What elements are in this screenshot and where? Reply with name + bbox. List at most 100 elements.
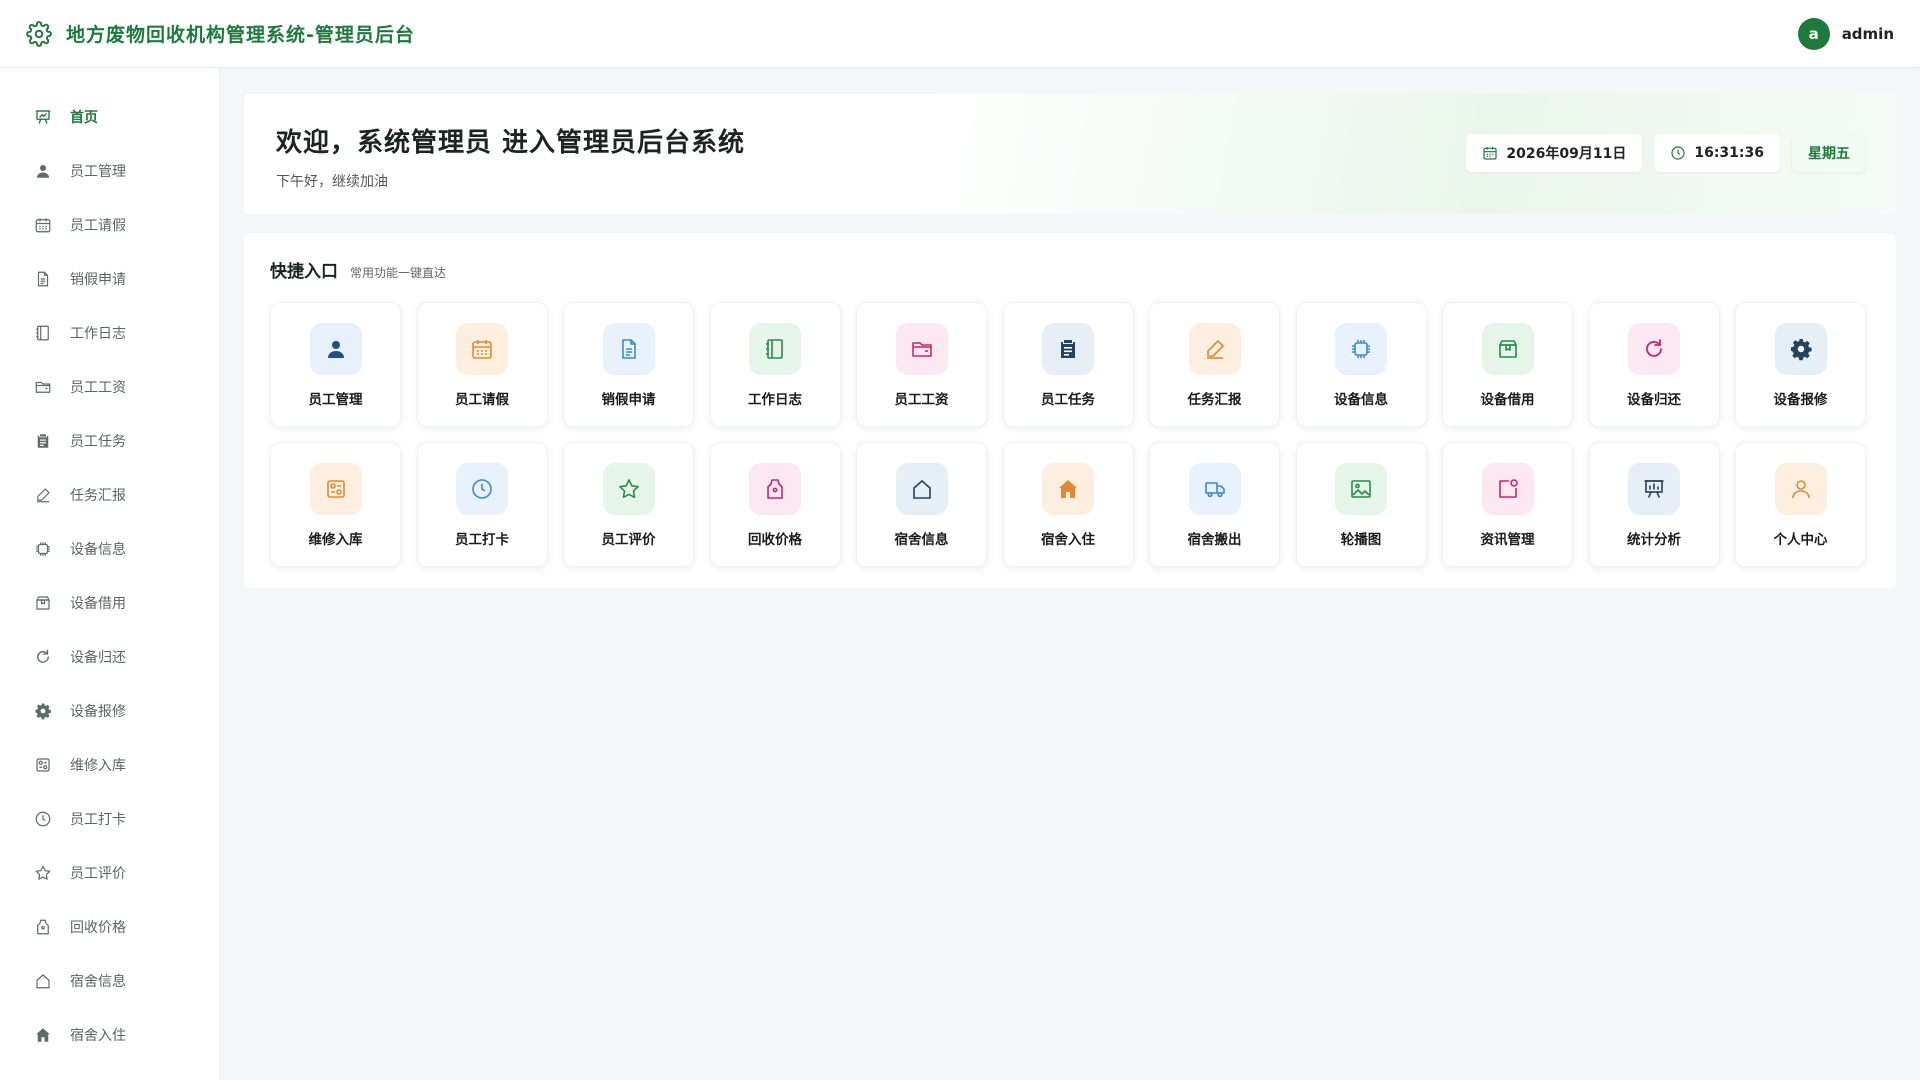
date-text: 2026年09月11日 <box>1506 146 1627 162</box>
shortcut-tile[interactable]: 设备报修 <box>1735 302 1866 427</box>
sidebar-item[interactable]: 员工打卡 <box>0 792 219 846</box>
sidebar-item-label: 员工工资 <box>70 380 126 396</box>
sidebar-item[interactable]: 设备报修 <box>0 684 219 738</box>
star-icon <box>34 864 52 882</box>
shortcut-label: 任务汇报 <box>1187 392 1242 408</box>
shortcut-tile[interactable]: 员工管理 <box>270 302 401 427</box>
document-icon <box>34 270 52 288</box>
sidebar-item[interactable]: 设备归还 <box>0 630 219 684</box>
refresh-icon <box>34 648 52 666</box>
gear-icon <box>34 702 52 720</box>
shortcut-label: 员工工资 <box>894 392 949 408</box>
shortcut-tile[interactable]: 销假申请 <box>563 302 694 427</box>
shortcut-tile[interactable]: 设备信息 <box>1295 302 1427 427</box>
house-filled-icon <box>1042 463 1094 515</box>
sidebar-item-label: 设备借用 <box>70 596 126 612</box>
shortcut-label: 轮播图 <box>1340 532 1382 548</box>
sidebar-item-label: 工作日志 <box>70 326 126 342</box>
calendar-icon <box>456 323 508 375</box>
shortcuts-header: 快捷入口 常用功能一键直达 <box>270 257 1870 282</box>
sidebar-item-label: 宿舍入住 <box>70 1028 126 1044</box>
shortcut-tile[interactable]: 资讯管理 <box>1442 442 1573 567</box>
shortcut-tile[interactable]: 员工打卡 <box>416 442 548 567</box>
image-icon <box>1335 463 1387 515</box>
shortcut-label: 工作日志 <box>748 392 802 408</box>
sidebar-item[interactable]: 宿舍入住 <box>0 1008 219 1062</box>
datetime-chips: 2026年09月11日 16:31:36 星期五 <box>1466 134 1866 172</box>
shortcut-label: 统计分析 <box>1627 532 1681 548</box>
shortcut-label: 回收价格 <box>748 532 802 548</box>
shortcut-tile[interactable]: 员工工资 <box>856 302 987 427</box>
sidebar-item[interactable]: 员工管理 <box>0 144 219 198</box>
sidebar-item-label: 设备归还 <box>70 650 126 666</box>
shortcut-tile[interactable]: 统计分析 <box>1588 442 1720 567</box>
price-tag-icon <box>34 918 52 936</box>
pencil-icon <box>1188 323 1241 375</box>
gear-icon <box>1774 323 1827 375</box>
weekday-chip: 星期五 <box>1792 134 1866 172</box>
shortcut-tile[interactable]: 员工评价 <box>563 442 694 567</box>
username[interactable]: admin <box>1842 25 1894 43</box>
user-menu[interactable]: a admin <box>1797 17 1894 50</box>
sidebar-item[interactable]: 维修入库 <box>0 738 219 792</box>
sidebar-item-label: 员工管理 <box>70 164 126 180</box>
sidebar-item[interactable]: 回收价格 <box>0 900 219 954</box>
chart-board-icon <box>1628 463 1680 515</box>
shortcut-label: 员工评价 <box>601 532 656 548</box>
shortcut-tile[interactable]: 工作日志 <box>709 302 841 427</box>
sidebar-item-label: 回收价格 <box>70 920 126 936</box>
shortcut-tile[interactable]: 设备归还 <box>1588 302 1720 427</box>
user-icon <box>34 162 52 180</box>
shortcut-tile[interactable]: 维修入库 <box>270 442 401 567</box>
sidebar-item-label: 任务汇报 <box>70 488 126 504</box>
sidebar: 首页员工管理员工请假 销假申请工作日志员工工资员工任务任务汇报设备信息设备借用设备… <box>0 68 220 1080</box>
sidebar-item-label: 员工任务 <box>70 434 126 450</box>
calendar-icon <box>34 216 52 234</box>
sidebar-item[interactable]: 首页 <box>0 90 219 144</box>
chip-icon <box>34 540 52 558</box>
sidebar-item[interactable]: 任务汇报 <box>0 468 219 522</box>
settings-gear-icon[interactable] <box>26 20 52 47</box>
clipboard-icon <box>1042 323 1094 375</box>
shortcut-label: 宿舍信息 <box>894 532 949 548</box>
shortcut-tile[interactable]: 宿舍入住 <box>1002 442 1134 567</box>
time-text: 16:31:36 <box>1694 145 1764 161</box>
welcome-banner: 欢迎，系统管理员 进入管理员后台系统 下午好，继续加油 2026年09月11日 … <box>244 94 1896 214</box>
shortcut-label: 员工任务 <box>1041 392 1095 408</box>
shortcut-tile[interactable]: 员工任务 <box>1002 302 1134 427</box>
sidebar-item[interactable]: 员工评价 <box>0 846 219 900</box>
sidebar-item[interactable]: 工作日志 <box>0 306 219 360</box>
sidebar-item-label: 首页 <box>70 110 98 126</box>
sidebar-item-label: 员工评价 <box>70 866 126 882</box>
shortcut-tile[interactable]: 宿舍信息 <box>856 442 987 567</box>
shortcut-label: 员工打卡 <box>455 532 509 548</box>
shortcut-tile[interactable]: 员工请假 <box>416 302 548 427</box>
shortcut-tile[interactable]: 个人中心 <box>1735 442 1866 567</box>
shortcut-tile[interactable]: 回收价格 <box>709 442 841 567</box>
avatar[interactable]: a <box>1797 17 1830 50</box>
pencil-icon <box>34 486 52 504</box>
clock-icon <box>456 463 508 515</box>
shortcut-label: 宿舍搬出 <box>1187 532 1242 548</box>
shortcut-tile[interactable]: 任务汇报 <box>1149 302 1280 427</box>
sidebar-item[interactable]: 员工请假 <box>0 198 219 252</box>
sidebar-item[interactable]: 员工任务 <box>0 414 219 468</box>
weekday-text: 星期五 <box>1808 146 1850 162</box>
home-board-icon <box>34 108 52 126</box>
sidebar-item[interactable]: 设备信息 <box>0 522 219 576</box>
sidebar-item[interactable]: 员工工资 <box>0 360 219 414</box>
date-chip: 2026年09月11日 <box>1466 134 1643 172</box>
shortcut-tile[interactable]: 宿舍搬出 <box>1149 442 1280 567</box>
shortcut-tile[interactable]: 轮播图 <box>1295 442 1427 567</box>
sidebar-item-label: 设备报修 <box>70 704 126 720</box>
sidebar-item[interactable]: 宿舍信息 <box>0 954 219 1008</box>
shortcut-label: 宿舍入住 <box>1041 532 1095 548</box>
shortcut-tile[interactable]: 设备借用 <box>1442 302 1573 427</box>
document-icon <box>602 323 655 375</box>
brand: 地方废物回收机构管理系统-管理员后台 <box>26 20 415 47</box>
house-outline-icon <box>895 463 948 515</box>
sidebar-item[interactable]: 设备借用 <box>0 576 219 630</box>
truck-icon <box>1188 463 1241 515</box>
clock-icon <box>1670 145 1686 161</box>
sidebar-item[interactable]: 销假申请 <box>0 252 219 306</box>
